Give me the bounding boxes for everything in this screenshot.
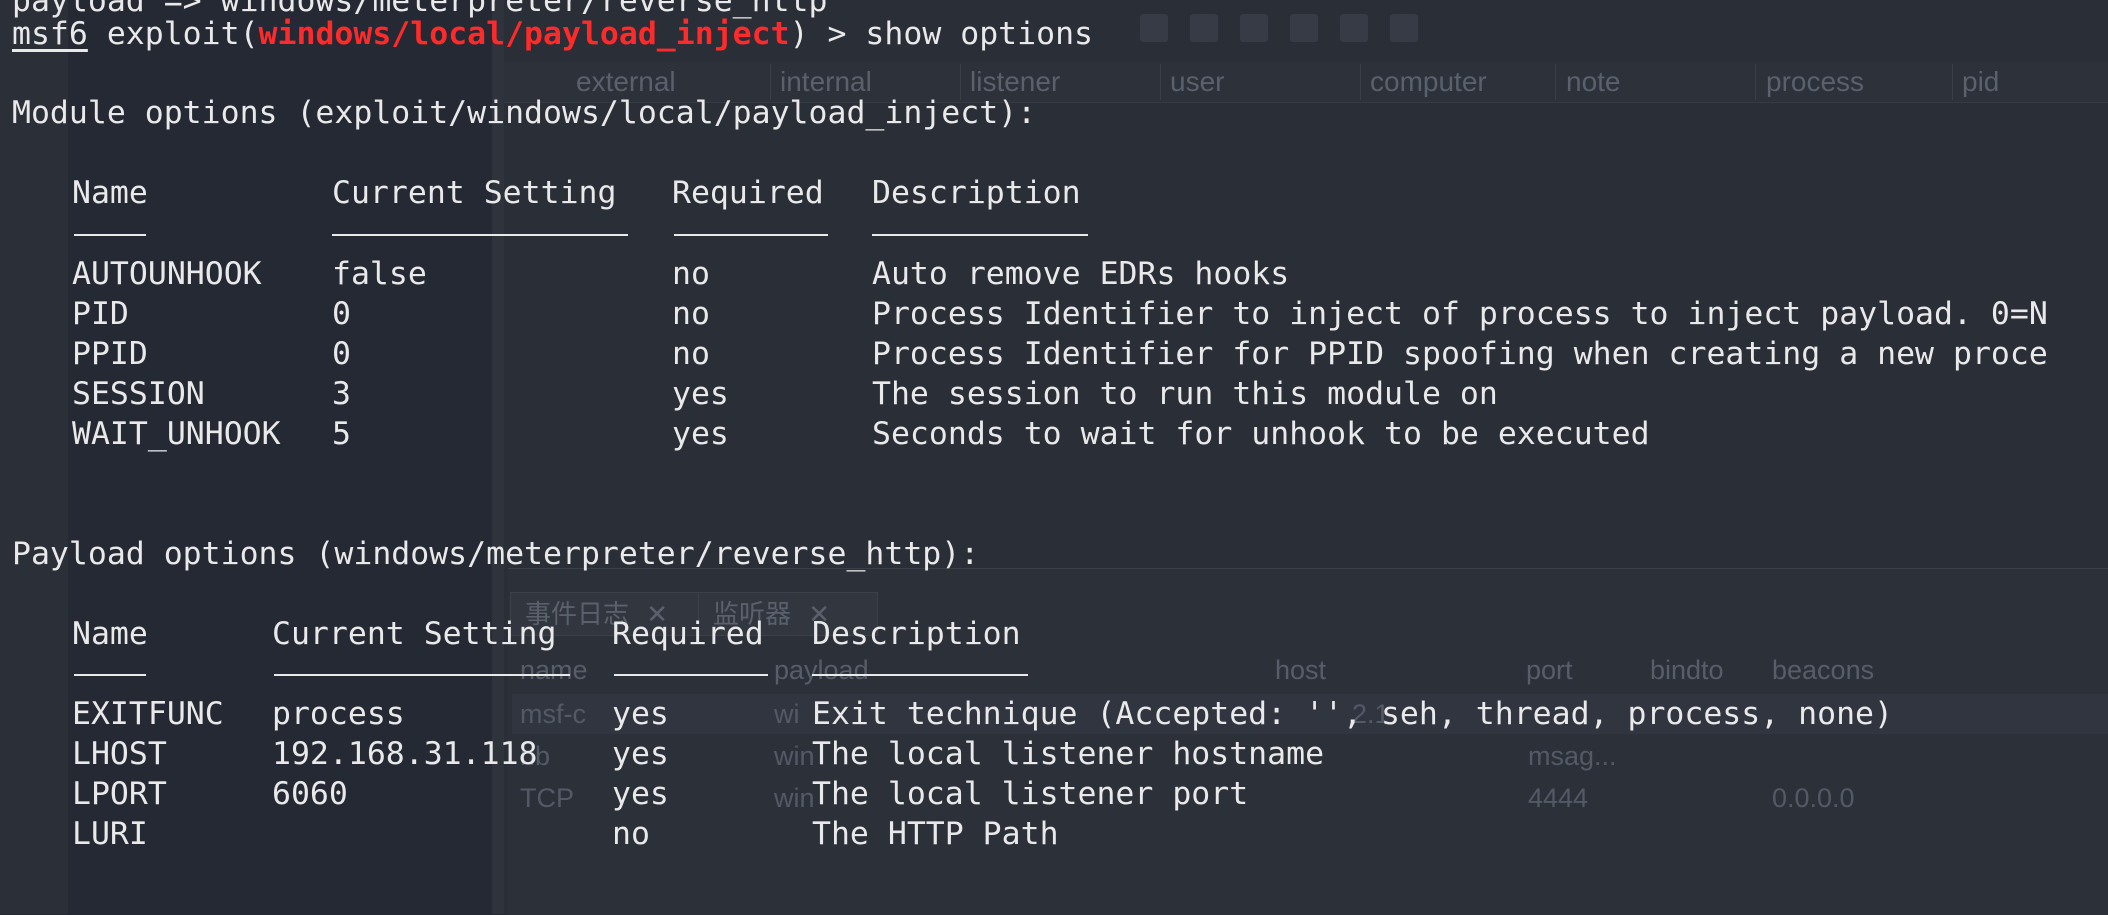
option-name: LURI [72, 816, 148, 852]
prompt-module-name: windows/local/payload_inject [258, 16, 790, 52]
option-name: SESSION [72, 376, 205, 412]
module-options-title: Module options (exploit/windows/local/pa… [12, 95, 1037, 131]
option-required: yes [672, 376, 729, 412]
prompt-msf6: msf6 [12, 16, 88, 52]
payload-header-required: Required [612, 616, 764, 652]
option-description: The HTTP Path [812, 816, 1059, 852]
payload-header-current-setting: Current Setting [272, 616, 557, 652]
option-description: Process Identifier for PPID spoofing whe… [872, 336, 2048, 372]
option-name: EXITFUNC [72, 696, 224, 732]
header-underline [812, 674, 1028, 676]
header-underline [872, 234, 1088, 236]
option-required: yes [612, 776, 669, 812]
option-setting: false [332, 256, 427, 292]
option-setting: 0 [332, 296, 351, 332]
option-required: no [672, 336, 710, 372]
header-underline [674, 234, 828, 236]
option-description: Process Identifier to inject of process … [872, 296, 2048, 332]
header-underline [614, 674, 768, 676]
command-prompt-line: msf6 exploit(windows/local/payload_injec… [12, 15, 1093, 53]
option-required: no [672, 296, 710, 332]
option-description: The local listener hostname [812, 736, 1325, 772]
module-header-description: Description [872, 175, 1081, 211]
prompt-command: ) > show options [789, 16, 1093, 52]
option-setting: 192.168.31.118 [272, 736, 538, 772]
option-required: no [672, 256, 710, 292]
option-setting: 6060 [272, 776, 348, 812]
option-description: The local listener port [812, 776, 1249, 812]
option-description: Auto remove EDRs hooks [872, 256, 1290, 292]
option-setting: 0 [332, 336, 351, 372]
option-name: LHOST [72, 736, 167, 772]
header-underline [274, 674, 570, 676]
option-required: yes [672, 416, 729, 452]
option-required: no [612, 816, 650, 852]
option-description: The session to run this module on [872, 376, 1498, 412]
option-setting: process [272, 696, 405, 732]
option-setting: 5 [332, 416, 351, 452]
option-name: PID [72, 296, 129, 332]
module-header-required: Required [672, 175, 824, 211]
option-required: yes [612, 696, 669, 732]
header-underline [74, 234, 146, 236]
header-underline [74, 674, 146, 676]
payload-options-title: Payload options (windows/meterpreter/rev… [12, 536, 980, 572]
option-setting: 3 [332, 376, 351, 412]
terminal-output[interactable]: payload => windows/meterpreter/reverse_h… [0, 0, 2108, 914]
prompt-exploit: exploit( [87, 16, 259, 52]
option-description: Exit technique (Accepted: '', seh, threa… [812, 696, 1893, 732]
payload-header-description: Description [812, 616, 1021, 652]
option-name: LPORT [72, 776, 167, 812]
option-name: PPID [72, 336, 148, 372]
option-required: yes [612, 736, 669, 772]
module-header-current-setting: Current Setting [332, 175, 617, 211]
option-description: Seconds to wait for unhook to be execute… [872, 416, 1650, 452]
module-header-name: Name [72, 175, 148, 211]
option-name: WAIT_UNHOOK [72, 416, 281, 452]
payload-header-name: Name [72, 616, 148, 652]
header-underline [332, 234, 628, 236]
option-name: AUTOUNHOOK [72, 256, 262, 292]
